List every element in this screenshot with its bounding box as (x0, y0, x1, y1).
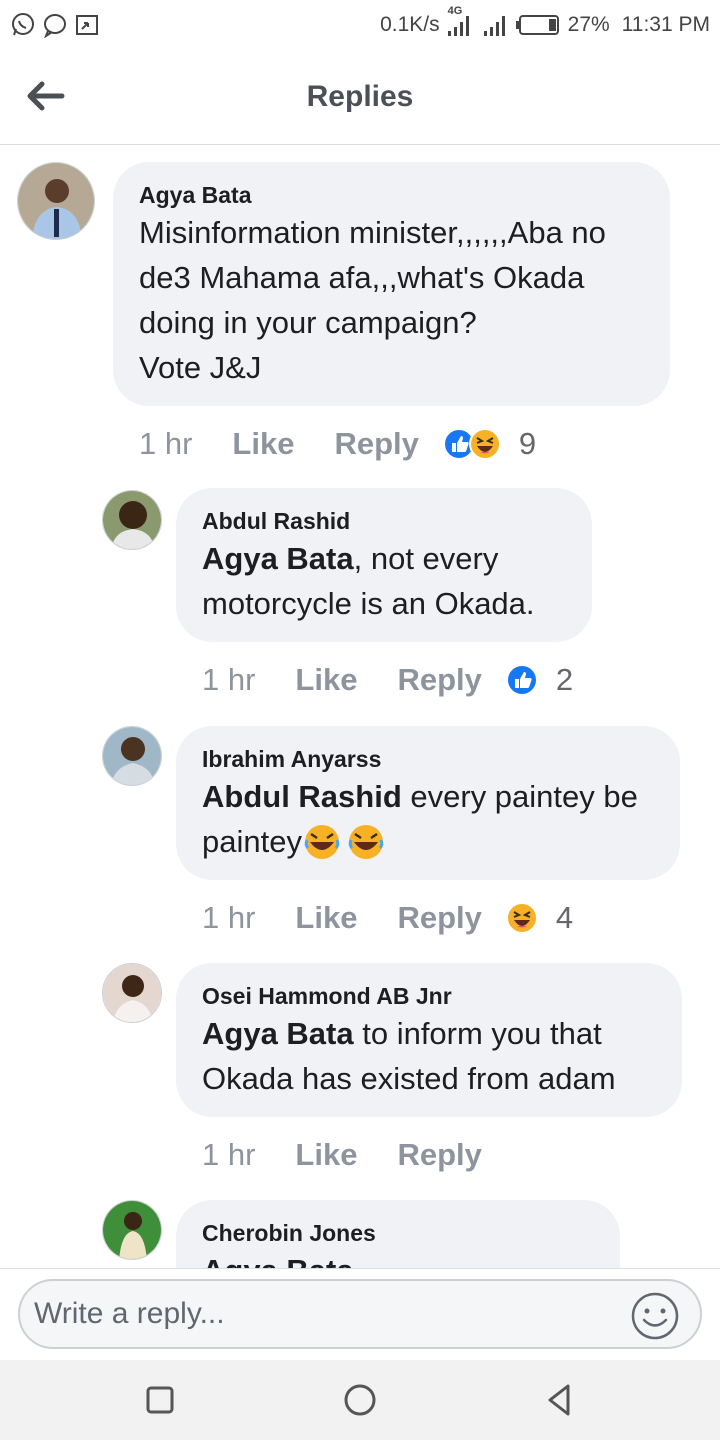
header: Replies (0, 50, 720, 145)
comment-line: de3 Mahama afa,,,what's Okada (139, 260, 585, 295)
comment-line: Okada has existed from adam (202, 1061, 616, 1096)
avatar[interactable] (102, 726, 162, 786)
comment-bubble: Abdul Rashid Agya Bata, not every motorc… (176, 488, 592, 642)
reply-button[interactable]: Reply (397, 1137, 481, 1173)
comment-text: Agya Bata (202, 1248, 594, 1268)
circle-icon (344, 1384, 376, 1416)
comment-bubble: Ibrahim Anyarss Abdul Rashid every paint… (176, 726, 680, 880)
status-bar: 0.1K/s 4G 27% 11:31 PM (0, 0, 720, 50)
avatar[interactable] (102, 1200, 162, 1260)
reply-button[interactable]: Reply (397, 662, 481, 698)
mention-link[interactable]: Agya Bata (202, 1253, 354, 1268)
comment-line: paintey (202, 819, 654, 864)
comment-line: Abdul Rashid every paintey be (202, 774, 654, 819)
reaction-count: 9 (518, 426, 537, 461)
comment-bubble: Agya Bata Misinformation minister,,,,,,A… (113, 162, 670, 406)
recents-button[interactable] (140, 1380, 180, 1420)
avatar[interactable] (102, 963, 162, 1023)
comment-time[interactable]: 1 hr (202, 662, 255, 698)
screenshot-icon (74, 12, 100, 38)
like-reaction-icon (505, 664, 538, 696)
like-button[interactable]: Like (295, 900, 357, 936)
reply-input[interactable] (18, 1279, 702, 1349)
comment-line: Agya Bata, not every (202, 536, 566, 581)
comment-line: Vote J&J (139, 350, 262, 385)
rofl-emoji-icon (348, 824, 384, 859)
haha-reaction-icon (505, 902, 538, 934)
network-type-label: 4G (447, 5, 463, 17)
like-button[interactable]: Like (232, 426, 294, 462)
mention-link[interactable]: Abdul Rashid (202, 779, 402, 814)
reactions-summary[interactable]: 2 (505, 662, 574, 698)
comment: Abdul Rashid Agya Bata, not every motorc… (0, 488, 720, 718)
comment-author[interactable]: Abdul Rashid (202, 506, 566, 536)
comment-bubble: Osei Hammond AB Jnr Agya Bata to inform … (176, 963, 682, 1117)
signal-icon: 4G (446, 5, 476, 37)
network-speed: 0.1K/s (380, 13, 440, 36)
comment-author[interactable]: Osei Hammond AB Jnr (202, 981, 656, 1011)
comment-actions: 1 hr Like Reply 2 (202, 658, 573, 702)
mention-link[interactable]: Agya Bata (202, 541, 354, 576)
comment-line: motorcycle is an Okada. (202, 586, 535, 621)
reaction-count: 4 (555, 900, 574, 935)
message-icon (42, 12, 68, 38)
comment-text: Agya Bata to inform you that Okada has e… (202, 1011, 656, 1101)
clock: 11:31 PM (621, 13, 710, 36)
comment-text: Misinformation minister,,,,,,Aba no de3 … (139, 210, 644, 390)
like-button[interactable]: Like (295, 662, 357, 698)
comment-line: Agya Bata to inform you that (202, 1011, 656, 1056)
smiley-icon (631, 1292, 679, 1340)
haha-reaction-icon (468, 428, 501, 460)
comment-time[interactable]: 1 hr (202, 900, 255, 936)
back-nav-button[interactable] (540, 1380, 580, 1420)
signal-icon-2 (482, 13, 510, 37)
home-button[interactable] (340, 1380, 380, 1420)
comment-actions: 1 hr Like Reply 4 (202, 896, 573, 940)
comment-text: Abdul Rashid every paintey be paintey (202, 774, 654, 864)
reactions-summary[interactable]: 4 (505, 900, 574, 936)
comment: Cherobin Jones Agya Bata (0, 1200, 720, 1268)
avatar[interactable] (17, 162, 95, 240)
reaction-count: 2 (555, 662, 574, 697)
comment-line-text: paintey (202, 824, 302, 859)
comment: Ibrahim Anyarss Abdul Rashid every paint… (0, 726, 720, 956)
triangle-back-icon (548, 1384, 570, 1416)
reply-button[interactable]: Reply (397, 900, 481, 936)
comment-text: Agya Bata, not every motorcycle is an Ok… (202, 536, 566, 626)
comment-time[interactable]: 1 hr (202, 1137, 255, 1173)
comment-line-rest: to inform you that (353, 1016, 602, 1051)
comment-author[interactable]: Cherobin Jones (202, 1218, 594, 1248)
avatar[interactable] (102, 490, 162, 550)
page-title: Replies (306, 80, 414, 113)
reply-button[interactable]: Reply (334, 426, 418, 462)
emoji-button[interactable] (630, 1291, 680, 1341)
mention-link[interactable]: Agya Bata (202, 1016, 354, 1051)
comment-author[interactable]: Ibrahim Anyarss (202, 744, 654, 774)
comment-author[interactable]: Agya Bata (139, 180, 644, 210)
square-icon (146, 1386, 174, 1414)
comment-actions: 1 hr Like Reply (202, 1133, 482, 1177)
comment-line: doing in your campaign? (139, 305, 477, 340)
comment-line: Misinformation minister,,,,,,Aba no (139, 215, 606, 250)
comment: Agya Bata Misinformation minister,,,,,,A… (0, 146, 720, 476)
comment-time[interactable]: 1 hr (139, 426, 192, 462)
system-nav-bar (0, 1360, 720, 1440)
reply-composer (0, 1268, 720, 1360)
rofl-emoji-icon (304, 824, 340, 859)
comment: Osei Hammond AB Jnr Agya Bata to inform … (0, 963, 720, 1193)
comment-line-rest: , not every (353, 541, 499, 576)
comment-line-rest: every paintey be (401, 779, 638, 814)
comment-actions: 1 hr Like Reply 9 (139, 422, 536, 466)
whatsapp-icon (10, 12, 36, 38)
like-button[interactable]: Like (295, 1137, 357, 1173)
comment-bubble: Cherobin Jones Agya Bata (176, 1200, 620, 1268)
battery-icon (515, 13, 562, 37)
comments-list: Agya Bata Misinformation minister,,,,,,A… (0, 146, 720, 1268)
reactions-summary[interactable]: 9 (442, 426, 537, 462)
battery-level: 27% (567, 13, 610, 36)
